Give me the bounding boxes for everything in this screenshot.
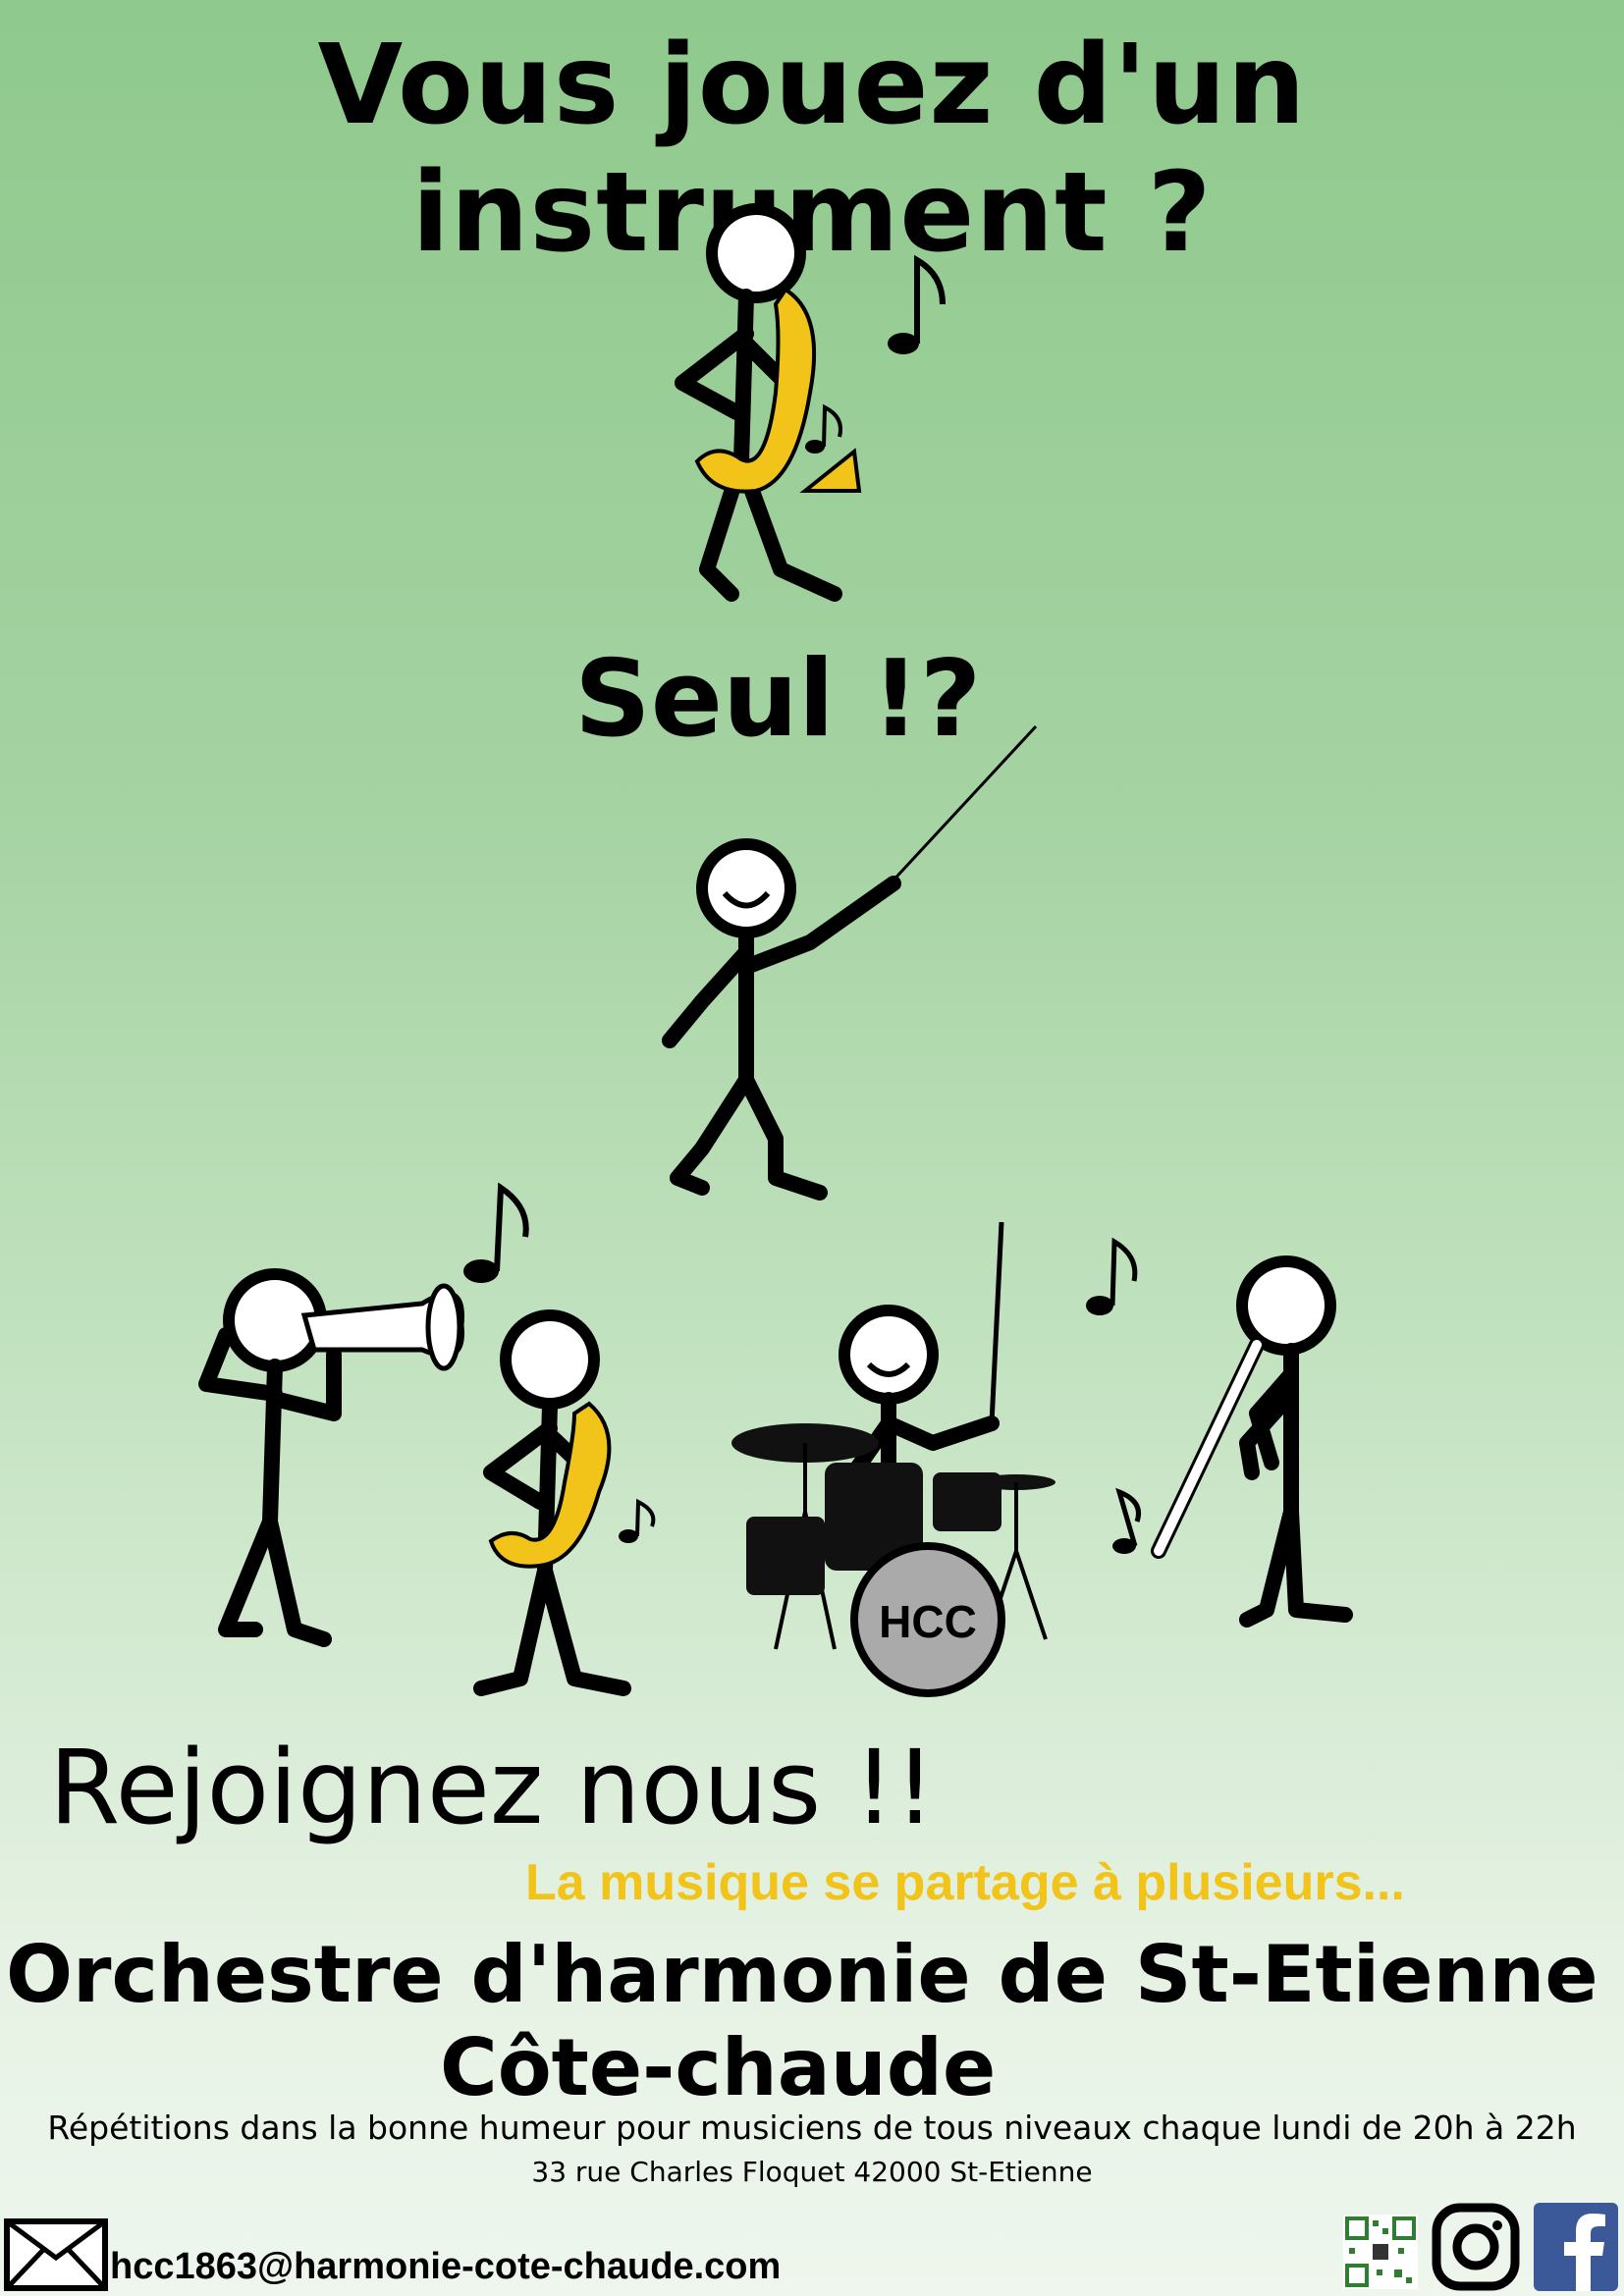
rehearsal-info: Répétitions dans la bonne humeur pour mu… [47, 2109, 1577, 2147]
facebook-icon[interactable] [1534, 2203, 1618, 2291]
conductor-illustration [662, 724, 1038, 1201]
envelope-icon[interactable] [4, 2218, 108, 2291]
music-note-icon [805, 403, 842, 454]
music-note-icon [619, 1498, 656, 1543]
trumpet-player [198, 1268, 464, 1647]
email-link[interactable]: hcc1863@harmonie-cote-chaude.com [110, 2246, 781, 2288]
saxophonist-band [473, 1309, 631, 1696]
tagline: La musique se partage à plusieurs... [525, 1854, 1405, 1911]
address: 33 rue Charles Floquet 42000 St-Etienne [531, 2156, 1093, 2188]
instagram-icon[interactable] [1432, 2203, 1520, 2291]
music-note-icon [1112, 1487, 1141, 1554]
join-text: Rejoignez nous !! [49, 1728, 936, 1847]
clarinetist [1151, 1255, 1353, 1628]
drummer: HCC [731, 1221, 1056, 1697]
drum-logo: HCC [879, 1596, 977, 1647]
music-note-icon [1086, 1237, 1138, 1315]
saxophonist-solo-illustration [675, 203, 946, 602]
band-illustration: HCC [198, 1182, 1353, 1697]
orchestra-name-line2: Côte-chaude [440, 2022, 997, 2113]
music-note-icon [888, 254, 946, 354]
qr-code-icon[interactable] [1343, 2215, 1418, 2289]
orchestra-name: Orchestre d'harmonie de St-Etienne [6, 1929, 1598, 2020]
music-note-icon [463, 1182, 529, 1283]
